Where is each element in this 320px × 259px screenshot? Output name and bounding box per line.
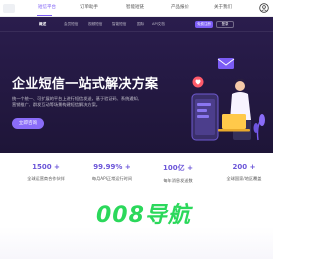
nav-item-order-assistant[interactable]: 订单助手 — [80, 4, 98, 10]
top-navbar: 短信平台 订单助手 智能短链 产品报价 关于我们 — [0, 0, 273, 17]
active-nav-underline — [37, 15, 52, 16]
envelope-icon — [217, 58, 235, 69]
sub-navbar: 概述 会员短信 视频短信 智能短信 国际 API文档 免费注册 登录 — [0, 17, 273, 32]
stat-uptime: 99.99% + 每月API正常运行时间 — [82, 163, 142, 182]
subnav-item-international[interactable]: 国际 — [137, 22, 144, 27]
subnav-item-member-sms[interactable]: 会员短信 — [64, 22, 78, 27]
user-icon[interactable] — [259, 3, 269, 13]
subnav-item-smart-sms[interactable]: 智能短信 — [112, 22, 126, 27]
stat-label: 全球运营商合作伙伴 — [27, 176, 65, 181]
phone-icon — [191, 93, 219, 141]
stat-label: 全球国家/地区覆盖 — [226, 176, 262, 181]
stat-number: 100亿 + — [163, 164, 193, 172]
watermark-text: 008导航 — [96, 203, 191, 228]
stat-number: 99.99% + — [93, 163, 131, 171]
subnav-item-overview[interactable]: 概述 — [39, 22, 46, 27]
subnav-item-api-docs[interactable]: API文档 — [152, 22, 165, 27]
register-button[interactable]: 免费注册 — [195, 21, 213, 28]
hero-illustration — [191, 58, 265, 141]
stat-label: 每年消息发送数 — [163, 178, 193, 183]
stat-messages: 100亿 + 每年消息发送数 — [148, 163, 208, 184]
hero-description: 统一个统一、可扩展的平台上进行短信发送，基于验证码、系统通知、营销推广、群发互动… — [12, 96, 142, 108]
login-button[interactable]: 登录 — [216, 21, 234, 28]
stat-partners: 1500 + 全球运营商合作伙伴 — [16, 163, 76, 182]
stat-number: 200 + — [232, 163, 256, 171]
stats-section: 1500 + 全球运营商合作伙伴 99.99% + 每月API正常运行时间 10… — [0, 153, 273, 259]
stat-label: 每月API正常运行时间 — [91, 176, 133, 181]
nav-item-smart-short-link[interactable]: 智能短链 — [126, 4, 144, 10]
subnav-item-video-sms[interactable]: 视频短信 — [88, 22, 102, 27]
section-background — [0, 227, 273, 259]
stat-number: 1500 + — [32, 163, 60, 171]
consult-now-button[interactable]: 立即咨询 — [12, 118, 44, 129]
heart-icon — [192, 76, 204, 88]
hero-title: 企业短信一站式解决方案 — [12, 77, 159, 92]
nav-item-about-us[interactable]: 关于我们 — [214, 4, 232, 10]
plant-icon — [253, 114, 265, 141]
nav-item-pricing[interactable]: 产品报价 — [171, 4, 189, 10]
hero-banner: 概述 会员短信 视频短信 智能短信 国际 API文档 免费注册 登录 企业短信一… — [0, 17, 273, 153]
nav-item-sms-platform[interactable]: 短信平台 — [38, 4, 56, 10]
stat-coverage: 200 + 全球国家/地区覆盖 — [214, 163, 274, 182]
logo[interactable] — [3, 4, 15, 13]
